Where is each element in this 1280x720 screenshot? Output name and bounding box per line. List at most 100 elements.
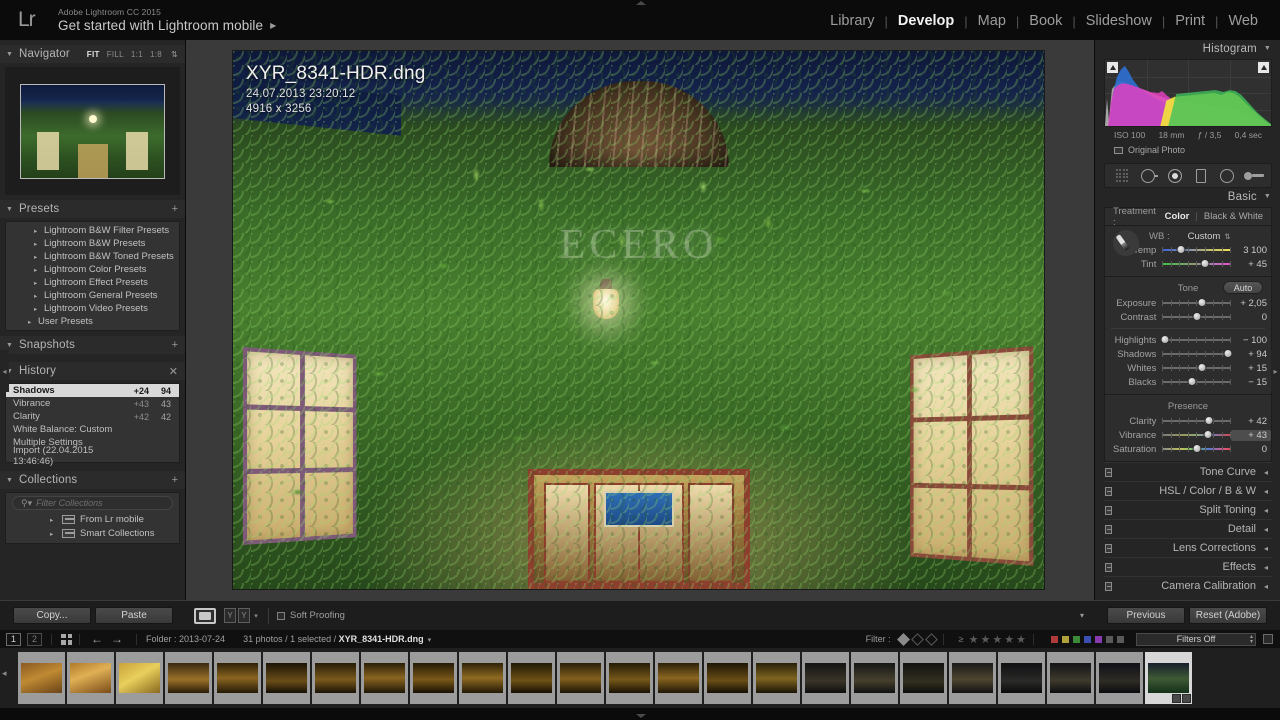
preset-folder-row[interactable]: ▸ Lightroom Color Presets: [6, 263, 179, 276]
page-indicator-1[interactable]: 1: [6, 632, 21, 646]
filmstrip-thumbnail[interactable]: [165, 652, 212, 704]
slider-track[interactable]: [1162, 348, 1233, 360]
panel-expand-arrow-icon[interactable]: ◂: [1264, 582, 1268, 591]
filmstrip-thumbnail[interactable]: [508, 652, 555, 704]
history-row[interactable]: Import (22.04.2015 13:46:46): [6, 445, 179, 467]
filmstrip-collapse-arrow-icon[interactable]: [636, 714, 646, 718]
navigator-header[interactable]: ▼ Navigator FIT FILL 1:1 1:8 ⇅: [0, 45, 185, 63]
slider-value[interactable]: + 45: [1231, 259, 1271, 270]
paste-button[interactable]: Paste: [95, 607, 173, 624]
toolbar-collapse-caret-icon[interactable]: ▾: [1080, 611, 1084, 620]
color-label-swatch-4[interactable]: [1084, 635, 1091, 643]
collections-add-icon[interactable]: +: [172, 474, 178, 486]
filmstrip-thumbnail[interactable]: [753, 652, 800, 704]
filmstrip-thumbnail[interactable]: [655, 652, 702, 704]
histogram-header[interactable]: Histogram ▼: [1095, 40, 1280, 57]
previous-button[interactable]: Previous: [1107, 607, 1185, 624]
filmstrip-thumbnail-selected[interactable]: [1145, 652, 1192, 704]
slider-knob[interactable]: [1160, 335, 1170, 344]
filmstrip-thumbnail[interactable]: [949, 652, 996, 704]
treatment-option-black-and-white[interactable]: Black & White: [1204, 211, 1263, 222]
collections-header[interactable]: ▼ Collections +: [0, 471, 185, 489]
disclosure-triangle-icon[interactable]: ▸: [50, 530, 53, 538]
loupe-image-container[interactable]: ECERO: [233, 51, 1044, 589]
top-panel-collapse-arrow-icon[interactable]: [636, 1, 646, 5]
rating-filter[interactable]: ≥ ★ ★ ★ ★ ★: [959, 633, 1026, 646]
panel-switch-icon[interactable]: [1105, 582, 1112, 591]
filmstrip-thumbnail[interactable]: [361, 652, 408, 704]
slider-track[interactable]: [1162, 362, 1232, 374]
color-label-swatch-1[interactable]: [1051, 635, 1058, 643]
slider-track[interactable]: [1162, 429, 1232, 441]
color-label-swatch-7[interactable]: [1117, 635, 1124, 643]
presets-header[interactable]: ▼ Presets +: [0, 200, 185, 218]
identity-plate[interactable]: Adobe Lightroom CC 2015 Get started with…: [58, 7, 276, 33]
slider-track[interactable]: [1162, 443, 1232, 455]
source-label[interactable]: Folder : 2013-07-24: [146, 634, 225, 644]
filmstrip-thumbnail[interactable]: [67, 652, 114, 704]
navigator-twisty-icon[interactable]: ▼: [6, 51, 13, 58]
slider-contrast[interactable]: Contrast 0: [1105, 310, 1271, 324]
filmstrip-scroll-left-icon[interactable]: ◂: [2, 668, 7, 679]
flag-unflagged-icon[interactable]: [910, 632, 924, 646]
panel-switch-icon[interactable]: [1105, 506, 1112, 515]
preset-folder-row[interactable]: ▸ Lightroom B&W Toned Presets: [6, 250, 179, 263]
soft-proofing-checkbox[interactable]: [277, 611, 285, 620]
collections-filter-input[interactable]: ⚲​▾ Filter Collections: [12, 496, 173, 510]
loupe-view-button[interactable]: [194, 607, 216, 624]
disclosure-triangle-icon[interactable]: ▸: [34, 266, 37, 274]
rating-star-5[interactable]: ★: [1016, 633, 1026, 646]
crop-badge[interactable]: [1172, 694, 1181, 703]
slider-knob[interactable]: [1200, 259, 1210, 268]
slider-saturation[interactable]: Saturation 0: [1105, 442, 1271, 456]
go-forward-arrow-icon[interactable]: →: [111, 632, 123, 646]
panel-expand-arrow-icon[interactable]: ◂: [1264, 563, 1268, 572]
slider-value[interactable]: − 100: [1231, 335, 1271, 346]
disclosure-triangle-icon[interactable]: ▸: [34, 227, 37, 235]
preset-folder-row[interactable]: ▸ User Presets: [6, 315, 179, 328]
histogram-twisty-icon[interactable]: ▼: [1264, 45, 1271, 52]
slider-value[interactable]: + 42: [1231, 416, 1271, 427]
filmstrip-thumbnail[interactable]: [410, 652, 457, 704]
panel-split-toning[interactable]: Split Toning ◂: [1103, 500, 1272, 519]
filmstrip-thumbnail[interactable]: [606, 652, 653, 704]
slider-value[interactable]: 0: [1231, 444, 1271, 455]
slider-value[interactable]: + 2,05: [1231, 298, 1271, 309]
panel-lens-corrections[interactable]: Lens Corrections ◂: [1103, 538, 1272, 557]
color-label-swatch-5[interactable]: [1095, 635, 1102, 643]
auto-tone-button[interactable]: Auto: [1223, 281, 1263, 294]
treatment-option-color[interactable]: Color: [1165, 211, 1190, 222]
module-web[interactable]: Web: [1218, 13, 1268, 29]
rating-star-2[interactable]: ★: [981, 633, 991, 646]
module-print[interactable]: Print: [1165, 13, 1215, 29]
filter-preset-stepper-icon[interactable]: ▴ ▾: [1250, 634, 1253, 645]
panel-detail[interactable]: Detail ◂: [1103, 519, 1272, 538]
adjustment-badge[interactable]: [1182, 694, 1191, 703]
module-book[interactable]: Book: [1019, 13, 1072, 29]
module-map[interactable]: Map: [968, 13, 1016, 29]
identity-plate-caret-icon[interactable]: ▶: [270, 21, 276, 30]
filmstrip-thumbnail[interactable]: [851, 652, 898, 704]
navigator-mode-1-8[interactable]: 1:8: [150, 50, 162, 59]
preset-folder-row[interactable]: ▸ Lightroom B&W Filter Presets: [6, 224, 179, 237]
filmstrip-thumbnail[interactable]: [459, 652, 506, 704]
slider-highlights[interactable]: Highlights − 100: [1105, 333, 1271, 347]
slider-track[interactable]: [1160, 334, 1232, 346]
filmstrip-thumbnail[interactable]: [557, 652, 604, 704]
disclosure-triangle-icon[interactable]: ▸: [34, 253, 37, 261]
snapshots-header[interactable]: ▼ Snapshots +: [0, 336, 185, 354]
disclosure-triangle-icon[interactable]: ▸: [34, 240, 37, 248]
panel-expand-arrow-icon[interactable]: ◂: [1264, 487, 1268, 496]
left-panel-collapse-arrow-icon[interactable]: ◂: [0, 350, 9, 392]
filmstrip-thumbnail[interactable]: [704, 652, 751, 704]
panel-tone-curve[interactable]: Tone Curve ◂: [1103, 462, 1272, 481]
panel-expand-arrow-icon[interactable]: ◂: [1264, 468, 1268, 477]
navigator-preview[interactable]: [5, 67, 180, 195]
preset-folder-row[interactable]: ▸ Lightroom B&W Presets: [6, 237, 179, 250]
slider-track[interactable]: [1162, 415, 1232, 427]
history-row[interactable]: Shadows +24 94: [6, 384, 179, 397]
copy-button[interactable]: Copy...: [13, 607, 91, 624]
filmstrip-thumbnail[interactable]: [1047, 652, 1094, 704]
snapshots-add-icon[interactable]: +: [172, 339, 178, 351]
navigator-mode-fit[interactable]: FIT: [87, 50, 100, 59]
